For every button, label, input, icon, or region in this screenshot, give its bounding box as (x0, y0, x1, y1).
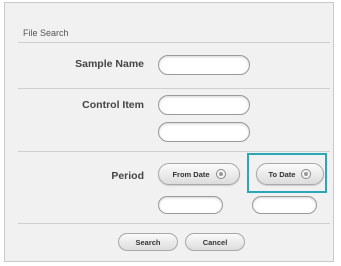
search-button[interactable]: Search (118, 233, 178, 251)
sample-name-field[interactable] (158, 55, 250, 75)
period-label: Period (111, 170, 144, 182)
stepper-icon (215, 169, 226, 179)
control-item-label: Control Item (82, 99, 144, 111)
stepper-icon (301, 169, 312, 179)
control-item-field-2[interactable] (158, 122, 250, 142)
from-date-button[interactable]: From Date (158, 163, 240, 185)
from-date-label: From Date (172, 169, 210, 179)
to-date-button[interactable]: To Date (256, 163, 324, 185)
divider (18, 223, 330, 224)
divider (18, 88, 330, 89)
cancel-button[interactable]: Cancel (185, 233, 245, 251)
to-date-field[interactable] (252, 196, 317, 214)
control-item-field-1[interactable] (158, 95, 250, 115)
sample-name-label: Sample Name (75, 58, 144, 70)
divider (18, 151, 330, 152)
from-date-field[interactable] (158, 196, 223, 214)
to-date-label: To Date (268, 169, 296, 179)
dialog-title: File Search (23, 28, 69, 38)
divider (18, 42, 330, 43)
